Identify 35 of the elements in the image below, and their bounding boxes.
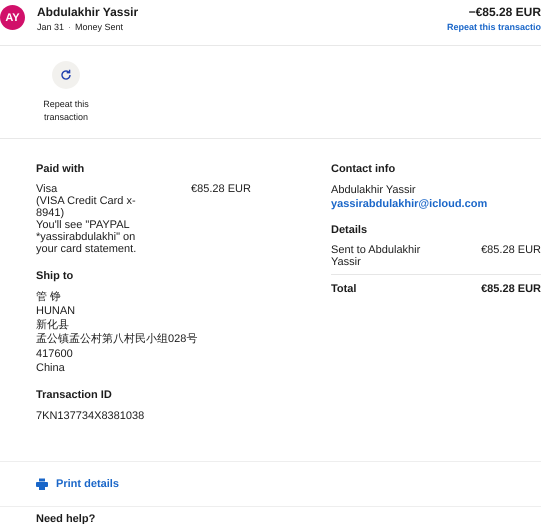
printer-icon xyxy=(36,478,48,490)
address-line: China xyxy=(36,361,66,376)
section-title: Ship to xyxy=(36,270,74,282)
recipient-name: Abdulakhir Yassir xyxy=(37,5,140,19)
help-title: Need help? xyxy=(36,513,96,524)
detail-amount: €85.28 EUR xyxy=(481,244,541,256)
section-title: Transaction ID xyxy=(36,389,113,402)
refresh-icon xyxy=(60,69,72,81)
total-label: Total xyxy=(331,282,356,295)
section-title: Paid with xyxy=(36,163,86,175)
address-line: 孟公镇孟公村第八村民小组028号 xyxy=(36,332,198,347)
address-line: 管 铮 xyxy=(36,290,62,304)
repeat-transaction-link[interactable]: Repeat this transactio xyxy=(446,22,541,32)
print-details-link[interactable]: Print details xyxy=(36,478,119,490)
address-line: HUNAN xyxy=(36,304,76,318)
detail-label: Sent to Abdulakhir Yassir xyxy=(331,244,422,268)
avatar: AY xyxy=(0,5,25,30)
total-amount: €85.28 EUR xyxy=(481,282,541,295)
address-line: 新化县 xyxy=(36,318,70,332)
payment-method: Visa xyxy=(36,183,58,196)
paid-amount: €85.28 EUR xyxy=(191,183,251,197)
section-title: Details xyxy=(331,224,368,236)
card-info: (VISA Credit Card x-8941) xyxy=(36,195,137,220)
address-line: 417600 xyxy=(36,346,74,362)
action-label: Repeat this transaction xyxy=(42,98,90,124)
separator-dot: · xyxy=(68,22,72,32)
transaction-type: Money Sent xyxy=(75,22,124,32)
section-title: Contact info xyxy=(331,163,396,175)
statement-note: You'll see "PAYPAL *yassirabdulakhi" on your card statement. xyxy=(36,219,138,256)
transaction-id: 7KN137734X8381038 xyxy=(36,409,146,424)
contact-name: Abdulakhir Yassir xyxy=(331,183,417,198)
transaction-amount: −€85.28 EUR xyxy=(468,5,541,19)
repeat-button[interactable] xyxy=(52,61,80,89)
email-link[interactable]: yassirabdulakhir@icloud.com xyxy=(331,197,541,212)
transaction-date: Jan 31 xyxy=(37,22,64,32)
